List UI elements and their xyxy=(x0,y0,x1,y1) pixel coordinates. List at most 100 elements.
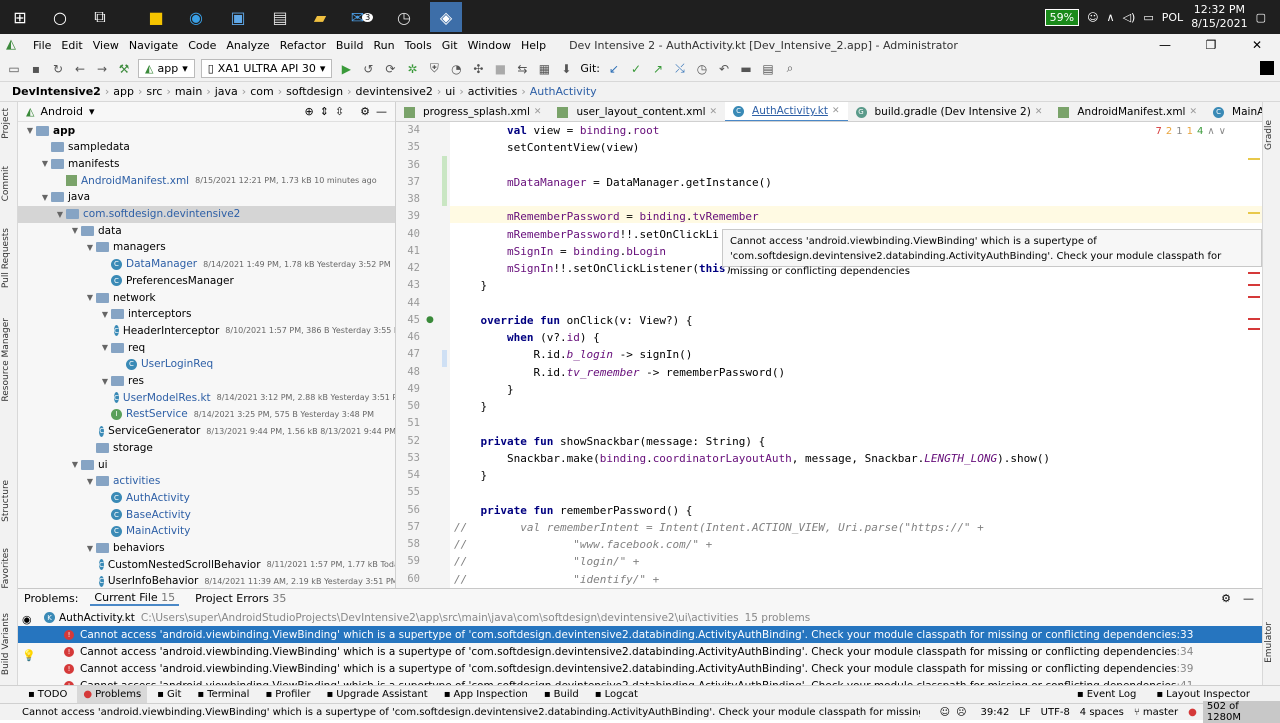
tree-item[interactable]: C AuthActivity xyxy=(18,489,395,506)
maximize-icon[interactable]: ❐ xyxy=(1188,34,1234,56)
git-update-icon[interactable]: ↙ xyxy=(606,61,622,77)
tab-project-errors[interactable]: Project Errors 35 xyxy=(191,592,290,605)
chevron-down-icon[interactable]: ▼ xyxy=(84,243,96,252)
clock[interactable]: 12:32 PM 8/15/2021 xyxy=(1191,3,1247,31)
problem-row[interactable]: ! Cannot access 'android.viewbinding.Vie… xyxy=(18,643,1262,660)
menu-item-window[interactable]: Window xyxy=(463,39,516,52)
module-selector[interactable]: ◭ app ▾ xyxy=(138,59,195,78)
tool-tab-logcat[interactable]: ▪ Logcat xyxy=(589,686,644,704)
tree-item[interactable]: ▼ interceptors xyxy=(18,306,395,323)
breadcrumb-item[interactable]: devintensive2 xyxy=(351,85,436,98)
language-indicator[interactable]: POL xyxy=(1162,11,1183,24)
tree-item[interactable]: C DataManager 8/14/2021 1:49 PM, 1.78 kB… xyxy=(18,256,395,273)
tree-item[interactable]: C CustomNestedScrollBehavior 8/11/2021 1… xyxy=(18,556,395,573)
sync-icon[interactable]: ↻ xyxy=(50,61,66,77)
override-gutter-icon[interactable]: ● xyxy=(426,315,434,325)
device-selector[interactable]: ▯ XA1 ULTRA API 30 ▾ xyxy=(200,59,333,78)
run-icon[interactable]: ▶ xyxy=(338,61,354,77)
battery-indicator[interactable]: 59% xyxy=(1044,8,1080,26)
breadcrumb-item[interactable]: java xyxy=(211,85,242,98)
tree-item[interactable]: C MainActivity xyxy=(18,523,395,540)
sticky-notes-icon[interactable]: ■ xyxy=(142,4,170,30)
gear-icon[interactable]: ⚙ xyxy=(1221,592,1231,605)
problems-file-row[interactable]: K AuthActivity.kt C:\Users\super\Android… xyxy=(18,609,1262,626)
breadcrumb-item[interactable]: app xyxy=(109,85,138,98)
apply-changes-icon[interactable]: ↺ xyxy=(360,61,376,77)
tree-item[interactable]: ▼ managers xyxy=(18,239,395,256)
make-project-icon[interactable]: ⚒ xyxy=(116,61,132,77)
tree-item[interactable]: C PreferencesManager xyxy=(18,272,395,289)
collapse-all-icon[interactable]: ⇕ xyxy=(320,105,329,118)
editor-tab[interactable]: CMainActivity.kt✕ xyxy=(1205,102,1262,121)
tree-item[interactable]: C HeaderInterceptor 8/10/2021 1:57 PM, 3… xyxy=(18,322,395,339)
menu-item-refactor[interactable]: Refactor xyxy=(275,39,331,52)
tool-tab-app-inspection[interactable]: ▪ App Inspection xyxy=(438,686,534,704)
editor-tab[interactable]: C AuthActivity.kt ✕ xyxy=(725,102,848,121)
git-history-icon[interactable]: ◷ xyxy=(694,61,710,77)
chevron-down-icon[interactable]: ▼ xyxy=(99,377,111,386)
coverage-icon[interactable]: ⛨ xyxy=(426,61,442,77)
breadcrumb-item[interactable]: main xyxy=(171,85,206,98)
tree-item[interactable]: C ServiceGenerator 8/13/2021 9:44 PM, 1.… xyxy=(18,423,395,440)
monitor-app-icon[interactable]: ▣ xyxy=(224,4,252,30)
editor-tab[interactable]: Gbuild.gradle (Dev Intensive 2) ✕ xyxy=(848,102,1051,121)
chevron-down-icon[interactable]: ▼ xyxy=(54,210,66,219)
tree-item[interactable]: C UserModelRes.kt 8/14/2021 3:12 PM, 2.8… xyxy=(18,389,395,406)
frown-icon[interactable]: ☹ xyxy=(956,707,966,718)
tool-tab-git[interactable]: ▪ Git xyxy=(151,686,187,704)
tool-tab-event-log[interactable]: ▪ Event Log xyxy=(1071,686,1142,704)
git-fetch-icon[interactable]: ⤯ xyxy=(672,61,688,77)
breadcrumb-item[interactable]: AuthActivity xyxy=(526,85,601,98)
smile-icon[interactable]: ☺ xyxy=(940,707,950,718)
windows-start-icon[interactable]: ⊞ xyxy=(6,4,34,30)
status-message[interactable]: Cannot access 'android.viewbinding.ViewB… xyxy=(0,707,920,718)
tool-tab-todo[interactable]: ▪ TODO xyxy=(22,686,73,704)
git-push-icon[interactable]: ↗ xyxy=(650,61,666,77)
side-tab-structure[interactable]: Structure xyxy=(1,480,11,522)
hide-icon[interactable]: — xyxy=(376,105,387,118)
problem-row[interactable]: ! Cannot access 'android.viewbinding.Vie… xyxy=(18,677,1262,685)
tab-current-file[interactable]: Current File 15 xyxy=(90,591,180,606)
file-encoding[interactable]: UTF-8 xyxy=(1041,707,1070,718)
tree-item[interactable]: ▼ app xyxy=(18,122,395,139)
problem-row[interactable]: ! Cannot access 'android.viewbinding.Vie… xyxy=(18,660,1262,677)
menu-item-navigate[interactable]: Navigate xyxy=(124,39,183,52)
sdk-manager-icon[interactable]: ⬇ xyxy=(558,61,574,77)
notification-icon[interactable]: ▢ xyxy=(1256,11,1266,24)
indent-setting[interactable]: 4 spaces xyxy=(1080,707,1124,718)
tree-item[interactable]: storage xyxy=(18,439,395,456)
chevron-down-icon[interactable]: ▼ xyxy=(69,460,81,469)
profile-icon[interactable]: ◔ xyxy=(448,61,464,77)
device-manager-icon[interactable]: ▬ xyxy=(738,61,754,77)
search-icon[interactable]: ○ xyxy=(46,4,74,30)
save-icon[interactable]: ▪ xyxy=(28,61,44,77)
caret-position[interactable]: 39:42 xyxy=(981,707,1010,718)
expand-all-icon[interactable]: ⇳ xyxy=(335,105,344,118)
side-tab-favorites[interactable]: Favorites xyxy=(1,548,11,589)
search-everywhere-icon[interactable]: ⌕ xyxy=(782,61,798,77)
chevron-down-icon[interactable]: ▼ xyxy=(39,159,51,168)
git-branch[interactable]: master xyxy=(1143,707,1178,718)
attach-debugger-icon[interactable]: ✣ xyxy=(470,61,486,77)
close-icon[interactable]: ✕ xyxy=(1234,34,1280,56)
tree-item[interactable]: AndroidManifest.xml 8/15/2021 12:21 PM, … xyxy=(18,172,395,189)
side-tab-gradle[interactable]: Gradle xyxy=(1264,120,1274,150)
tree-item[interactable]: ▼ ui xyxy=(18,456,395,473)
code-editor[interactable]: 34 35 36 37 38 39 40 41 42 43 44 45 46 47 48 49 50 51 52 53… xyxy=(396,122,1262,588)
tree-item[interactable]: C UserLoginReq xyxy=(18,356,395,373)
close-icon[interactable]: ✕ xyxy=(710,107,718,117)
tool-tab-terminal[interactable]: ▪ Terminal xyxy=(191,686,255,704)
menu-item-view[interactable]: View xyxy=(88,39,124,52)
people-icon[interactable]: ☺ xyxy=(1087,11,1098,24)
project-view-mode[interactable]: Android xyxy=(40,105,83,118)
git-rollback-icon[interactable]: ↶ xyxy=(716,61,732,77)
tree-item[interactable]: ▼ network xyxy=(18,289,395,306)
chevron-down-icon[interactable]: ∨ xyxy=(1219,126,1226,137)
close-icon[interactable]: ✕ xyxy=(832,106,840,116)
menu-item-help[interactable]: Help xyxy=(516,39,551,52)
chevron-down-icon[interactable]: ▼ xyxy=(84,477,96,486)
editor-tab[interactable]: progress_splash.xml ✕ xyxy=(396,102,549,121)
gradle-sync-icon[interactable]: ⇆ xyxy=(514,61,530,77)
breadcrumb-item[interactable]: src xyxy=(142,85,166,98)
forward-icon[interactable]: → xyxy=(94,61,110,77)
